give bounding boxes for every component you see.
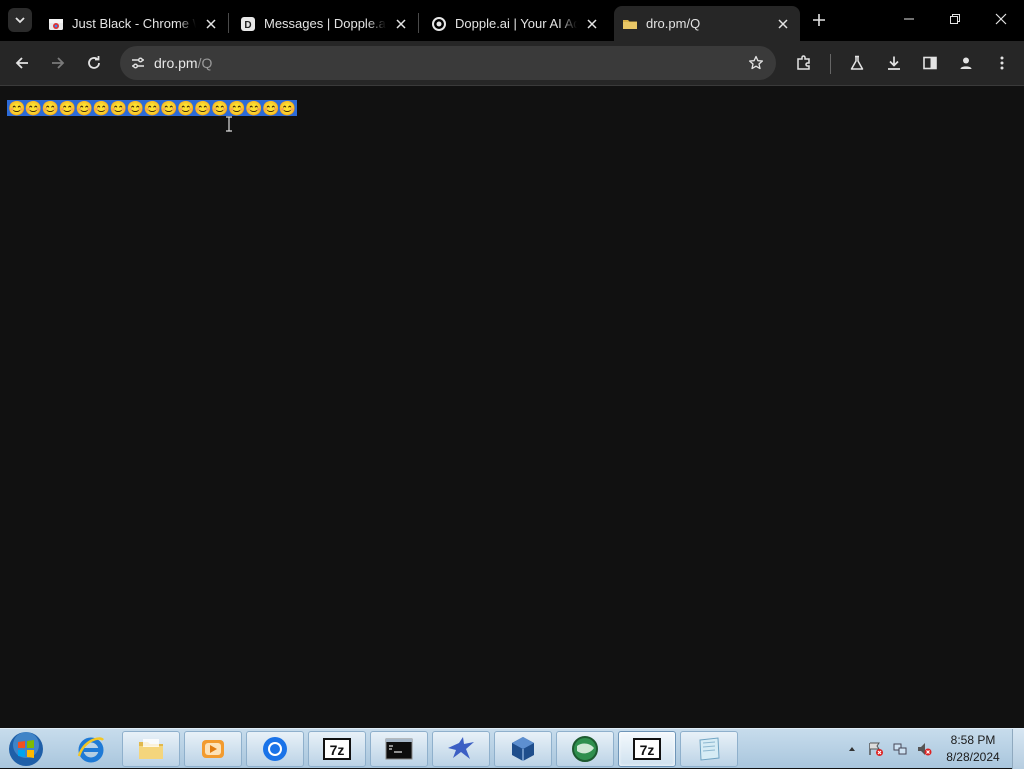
close-icon[interactable] xyxy=(774,15,792,33)
minimize-button[interactable] xyxy=(886,0,932,38)
tab-separator xyxy=(418,13,419,33)
kebab-menu-icon xyxy=(1000,56,1004,70)
address-url: dro.pm/Q xyxy=(154,55,212,71)
side-panel-icon xyxy=(923,56,937,70)
close-icon[interactable] xyxy=(583,15,601,33)
tab-just-black[interactable]: Just Black - Chrome Web Store xyxy=(40,6,228,41)
taskbar-notepad-like-app[interactable] xyxy=(680,731,738,767)
globe-icon xyxy=(572,736,598,762)
forward-button[interactable] xyxy=(44,49,72,77)
puzzle-icon xyxy=(797,55,810,70)
chrome-web-store-icon xyxy=(48,16,64,32)
profile-button[interactable] xyxy=(952,49,980,77)
arrow-left-icon xyxy=(15,57,28,69)
show-hidden-icons-button[interactable] xyxy=(842,739,862,759)
address-bar[interactable]: dro.pm/Q xyxy=(120,46,776,80)
command-prompt-icon xyxy=(385,738,413,760)
system-tray xyxy=(840,729,936,769)
svg-text:D: D xyxy=(244,20,251,31)
internet-explorer-icon xyxy=(77,737,104,763)
volume-muted-icon[interactable] xyxy=(914,739,934,759)
network-icon[interactable] xyxy=(890,739,910,759)
taskbar-globe-app[interactable] xyxy=(556,731,614,767)
labs-button[interactable] xyxy=(843,49,871,77)
bird-icon xyxy=(448,737,474,759)
tab-title: Just Black - Chrome Web Store xyxy=(72,16,196,31)
tab-title: dro.pm/Q xyxy=(646,16,701,31)
start-button[interactable] xyxy=(6,730,46,768)
taskbar-clock[interactable]: 8:58 PM 8/28/2024 xyxy=(938,732,1008,766)
downloads-button[interactable] xyxy=(880,49,908,77)
chevron-up-icon xyxy=(849,747,855,751)
tab-dopple-adventure[interactable]: Dopple.ai | Your AI Adventure xyxy=(423,6,609,41)
dopple-swirl-icon xyxy=(431,16,447,32)
text-cursor-icon xyxy=(226,116,232,132)
close-window-button[interactable] xyxy=(978,0,1024,38)
menu-button[interactable] xyxy=(988,49,1016,77)
chrome-icon xyxy=(263,737,287,761)
tab-search-button[interactable] xyxy=(8,8,32,32)
windows-logo-icon xyxy=(9,732,43,766)
arrow-right-icon xyxy=(52,57,65,69)
taskbar-7zip[interactable]: 7z xyxy=(308,731,366,767)
site-settings-icon[interactable] xyxy=(122,46,154,80)
url-path: /Q xyxy=(197,55,213,71)
browser-toolbar: dro.pm/Q xyxy=(0,41,1024,86)
taskbar-command-prompt[interactable] xyxy=(370,731,428,767)
toolbar-divider xyxy=(830,54,831,74)
tab-messages-dopple[interactable]: D Messages | Dopple.ai xyxy=(232,6,418,41)
side-panel-button[interactable] xyxy=(916,49,944,77)
restore-button[interactable] xyxy=(932,0,978,38)
svg-text:7z: 7z xyxy=(640,742,655,758)
page-content: 😊😊😊😊😊😊😊😊😊😊😊😊😊😊😊😊😊 xyxy=(0,87,1024,728)
flask-icon xyxy=(850,55,864,70)
tab-strip: Just Black - Chrome Web Store D Messages… xyxy=(0,0,1024,41)
taskbar-bird-app[interactable] xyxy=(432,731,490,767)
taskbar-virtualbox[interactable] xyxy=(494,731,552,767)
close-icon[interactable] xyxy=(392,15,410,33)
folder-icon xyxy=(622,16,638,32)
tab-title: Dopple.ai | Your AI Adventure xyxy=(455,16,577,31)
browser-window: Just Black - Chrome Web Store D Messages… xyxy=(0,0,1024,728)
notebook-icon xyxy=(699,737,720,761)
new-tab-button[interactable] xyxy=(808,9,830,31)
dopple-icon: D xyxy=(240,16,256,32)
action-center-warning-icon[interactable] xyxy=(866,739,886,759)
bookmark-star-icon[interactable] xyxy=(746,53,766,73)
person-icon xyxy=(960,57,972,69)
folder-icon xyxy=(139,739,163,759)
tab-separator xyxy=(228,13,229,33)
7zip-icon: 7z xyxy=(633,738,661,760)
plus-icon xyxy=(813,14,825,26)
taskbar-file-explorer[interactable] xyxy=(122,731,180,767)
reload-icon xyxy=(88,56,100,69)
back-button[interactable] xyxy=(8,49,36,77)
media-player-icon xyxy=(202,740,224,758)
close-icon xyxy=(995,13,1007,25)
selected-text[interactable]: 😊😊😊😊😊😊😊😊😊😊😊😊😊😊😊😊😊 xyxy=(7,100,297,116)
url-host: dro.pm xyxy=(154,55,198,71)
taskbar: 7z 7z 8:58 PM 8/28/2024 xyxy=(0,728,1024,769)
show-desktop-button[interactable] xyxy=(1012,729,1024,769)
svg-text:7z: 7z xyxy=(330,742,345,758)
7zip-icon: 7z xyxy=(323,738,351,760)
virtualbox-icon xyxy=(512,737,534,761)
taskbar-media-player[interactable] xyxy=(184,731,242,767)
taskbar-internet-explorer[interactable] xyxy=(62,731,120,767)
tab-dro-pm[interactable]: dro.pm/Q xyxy=(614,6,800,41)
taskbar-chrome[interactable] xyxy=(246,731,304,767)
chevron-down-icon xyxy=(15,17,25,24)
tab-title: Messages | Dopple.ai xyxy=(264,16,386,31)
reload-button[interactable] xyxy=(80,49,108,77)
clock-time: 8:58 PM xyxy=(950,733,996,747)
extensions-button[interactable] xyxy=(790,49,818,77)
taskbar-7zip-active[interactable]: 7z xyxy=(618,731,676,767)
close-icon[interactable] xyxy=(202,15,220,33)
restore-icon xyxy=(950,14,960,24)
download-icon xyxy=(888,56,900,70)
clock-date: 8/28/2024 xyxy=(946,750,1000,764)
minimize-icon xyxy=(904,18,914,20)
